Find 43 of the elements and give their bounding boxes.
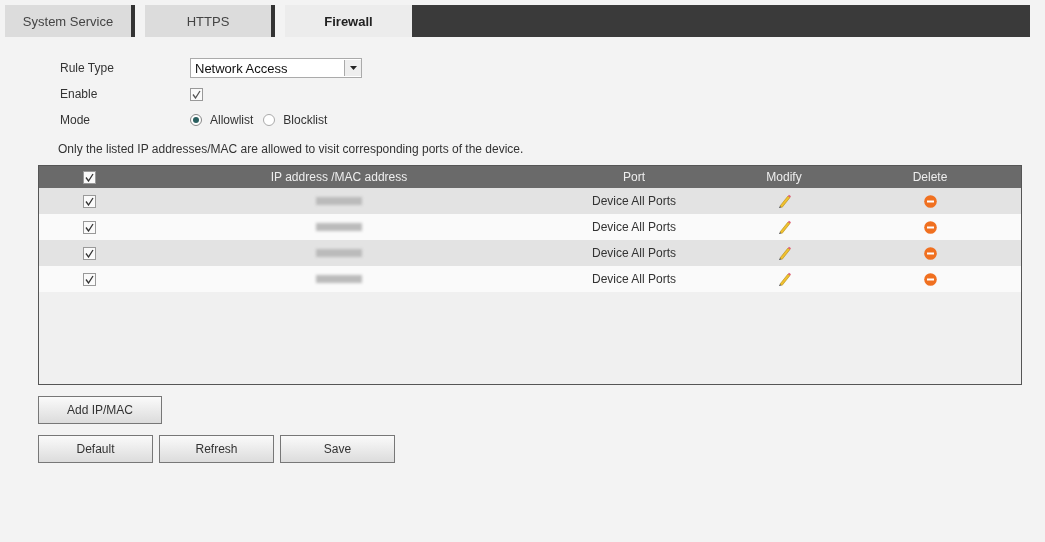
pencil-icon[interactable] [777,272,791,286]
action-button[interactable]: Default [38,435,153,463]
blurred-text-placeholder [316,275,362,283]
action-button[interactable]: Save [280,435,395,463]
table-cell: Device All Ports [592,272,676,286]
row-checkbox[interactable] [82,220,96,234]
add-ip-mac-button[interactable]: Add IP/MAC [38,396,162,424]
tab[interactable]: Firewall [285,5,412,37]
select-all-checkbox[interactable] [82,170,96,184]
field-label: Mode [60,113,92,127]
radio-label: Blocklist [283,113,328,127]
table-cell: Device All Ports [592,194,676,208]
pencil-icon[interactable] [777,246,791,260]
column-header: Modify [766,170,802,184]
tab[interactable]: HTTPS [145,5,275,37]
field-label: Rule Type [60,61,115,75]
rule-type-dropdown[interactable]: Network Access [190,58,362,78]
mode-radio-button[interactable] [190,114,202,126]
blurred-text-placeholder [316,249,362,257]
delete-icon[interactable] [923,246,937,260]
field-label: Enable [60,87,99,101]
pencil-icon[interactable] [777,220,791,234]
row-checkbox[interactable] [82,272,96,286]
delete-icon[interactable] [923,220,937,234]
row-checkbox[interactable] [82,246,96,260]
tab[interactable]: System Service [5,5,135,37]
action-button[interactable]: Refresh [159,435,274,463]
blurred-text-placeholder [316,223,362,231]
column-header: IP address /MAC address [270,170,408,184]
enable-checkbox[interactable] [190,87,203,101]
row-checkbox[interactable] [82,194,96,208]
table-cell: Device All Ports [592,246,676,260]
column-header: Port [623,170,645,184]
mode-radio-button[interactable] [263,114,276,126]
table-cell: Device All Ports [592,220,676,234]
delete-icon[interactable] [923,194,937,208]
column-header: Delete [912,170,948,184]
info-text: Only the listed IP addresses/MAC are allowed to visit corresponding ports of the device. [58,141,525,158]
caret-icon [349,66,357,70]
radio-label: Allowlist [210,113,254,127]
blurred-text-placeholder [316,197,362,205]
delete-icon[interactable] [923,272,937,286]
pencil-icon[interactable] [777,194,791,208]
